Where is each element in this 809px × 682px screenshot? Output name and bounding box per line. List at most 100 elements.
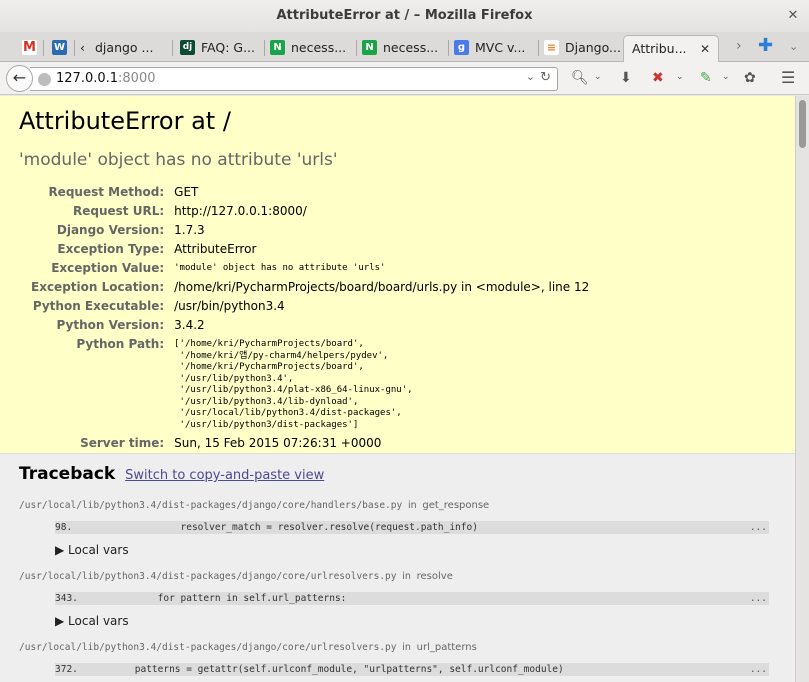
meta-value: GET (174, 185, 199, 199)
tab-mvc[interactable]: g MVC v... (454, 35, 540, 62)
n-icon: N (362, 40, 377, 55)
tab-label: necess... (383, 40, 439, 55)
python-path-entry: '/home/kri/PycharmProjects/board', (174, 362, 364, 372)
local-vars-toggle[interactable]: ▶ Local vars (55, 614, 776, 628)
history-dropdown-icon[interactable]: ⌄ (526, 70, 535, 83)
meta-row: Server time: Sun, 15 Feb 2015 07:26:31 +0… (19, 435, 589, 454)
python-path-entry: '/usr/lib/python3/dist-packages'] (174, 419, 359, 430)
back-button[interactable]: ← (6, 65, 33, 92)
meta-label: Server time: (80, 436, 165, 450)
page-content: AttributeError at / 'module' object has … (0, 96, 795, 682)
frame-file: /usr/local/lib/python3.4/dist-packages/d… (19, 642, 776, 653)
tab-faq[interactable]: dj FAQ: G... (180, 35, 266, 62)
meta-row: Exception Value: 'module' object has no a… (19, 260, 589, 279)
new-tab-icon[interactable]: ✚ (758, 35, 773, 56)
meta-row: Request Method: GET (19, 184, 589, 203)
tab-label: Attribu... (632, 41, 687, 56)
frame-file: /usr/local/lib/python3.4/dist-packages/d… (19, 500, 776, 511)
tab-label: MVC v... (475, 40, 526, 55)
error-summary: AttributeError at / 'module' object has … (0, 96, 795, 454)
addon-icon[interactable]: ✎ (700, 70, 712, 86)
in-word: in (402, 642, 411, 653)
globe-icon (38, 73, 51, 86)
meta-label: Python Version: (56, 318, 165, 332)
frame-function: url_patterns (416, 642, 477, 653)
code-text: for pattern in self.url_patterns: (89, 593, 347, 604)
wordpress-icon: W (52, 40, 67, 55)
switch-view-link[interactable]: Switch to copy-and-paste view (125, 468, 324, 483)
chevron-down-icon[interactable]: ⌄ (594, 72, 602, 82)
close-tab-icon[interactable]: ✕ (700, 36, 710, 62)
n-icon: N (270, 40, 285, 55)
meta-value: /home/kri/PycharmProjects/board/board/ur… (174, 280, 590, 294)
code-line[interactable]: 372. patterns = getattr(self.urlconf_mod… (55, 663, 769, 676)
in-word: in (407, 500, 417, 511)
code-line[interactable]: 98. resolver_match = resolver.resolve(re… (55, 521, 769, 534)
chevron-right-icon[interactable]: › (736, 38, 742, 54)
traceback-title: Traceback Switch to copy-and-paste view (19, 464, 325, 484)
url-text[interactable]: 127.0.0.1:8000 (56, 71, 156, 86)
menu-icon[interactable]: ☰ (781, 68, 795, 87)
expand-context-dots[interactable]: ... (750, 663, 767, 676)
python-path-entry: '/usr/local/lib/python3.4/dist-packages'… (174, 408, 402, 418)
meta-value: 'module' object has no attribute 'urls' (174, 263, 386, 273)
tab-gmail[interactable]: M (22, 35, 44, 62)
chevron-down-icon[interactable]: ⌄ (676, 72, 684, 82)
expand-context-dots[interactable]: ... (750, 592, 767, 605)
tab-django-so[interactable]: ≡ Django... (544, 35, 626, 62)
reload-icon[interactable]: ↻ (540, 70, 551, 85)
line-number: 343. (55, 593, 78, 604)
meta-row: Exception Type: AttributeError (19, 241, 589, 260)
code-text: patterns = getattr(self.urlconf_module, … (89, 664, 564, 675)
tab-bar: M W ‹ django ... dj FAQ: G... Nnecess... N… (0, 32, 809, 62)
download-icon[interactable]: ⬇ (620, 70, 632, 86)
python-path-entry: '/usr/lib/python3.4/plat-x86_64-linux-gn… (174, 385, 413, 395)
meta-value: /usr/bin/python3.4 (174, 299, 285, 313)
meta-value: AttributeError (174, 242, 257, 256)
meta-label: Python Path: (76, 337, 165, 351)
frame-function: resolve (416, 571, 453, 582)
meta-value: 1.7.3 (174, 223, 205, 237)
window-close-icon[interactable]: ✕ (785, 8, 801, 24)
meta-row: Django Version: 1.7.3 (19, 222, 589, 241)
tab-label: necess... (291, 40, 347, 55)
chevron-down-icon[interactable]: ⌄ (722, 72, 730, 82)
python-path-entry: '/usr/lib/python3.4', (174, 373, 294, 384)
extension-icon[interactable]: ✿ (744, 70, 756, 86)
gmail-icon: M (22, 40, 37, 55)
tab-necessary-2[interactable]: Nnecess... (362, 35, 448, 62)
google-icon: g (454, 40, 469, 55)
navigation-toolbar: 127.0.0.1:8000 ⌄ ↻ ← 🔍︎ ⌄ ⬇ ✖ ⌄ ✎ ⌄ ✿ ☰ (0, 62, 809, 95)
python-path-entry: ['/home/kri/PycharmProjects/board', (174, 339, 364, 349)
frame-path: /usr/local/lib/python3.4/dist-packages/d… (19, 642, 397, 653)
tab-label: django ... (95, 40, 154, 55)
expand-context-dots[interactable]: ... (750, 521, 767, 534)
meta-row: Python Executable: /usr/bin/python3.4 (19, 298, 589, 317)
meta-label: Request Method: (48, 185, 165, 199)
local-vars-toggle[interactable]: ▶ Local vars (55, 543, 776, 557)
arrow-left-icon: ← (12, 68, 27, 87)
meta-label: Exception Location: (31, 280, 165, 294)
adblock-icon[interactable]: ✖ (652, 70, 664, 86)
frame-function: get_response (422, 500, 490, 511)
tab-label: FAQ: G... (201, 40, 256, 55)
tab-django[interactable]: ‹ django ... (80, 35, 170, 62)
tab-list-icon[interactable]: ⌄ (789, 40, 798, 53)
tab-active[interactable]: Attribu... ✕ (623, 35, 719, 62)
meta-label: Exception Value: (51, 261, 165, 275)
python-path-entry: '/home/kri/앱/py-charm4/helpers/pydev', (174, 350, 389, 361)
tab-wordpress[interactable]: W (52, 35, 74, 62)
url-bar[interactable]: 127.0.0.1:8000 ⌄ ↻ (30, 67, 558, 91)
tab-necessary-1[interactable]: Nnecess... (270, 35, 356, 62)
search-icon[interactable]: 🔍︎ (571, 70, 589, 86)
code-line[interactable]: 343. for pattern in self.url_patterns:..… (55, 592, 769, 605)
meta-value: 3.4.2 (174, 318, 205, 332)
tab-label: Django... (565, 40, 621, 55)
frame-path: /usr/local/lib/python3.4/dist-packages/d… (19, 500, 403, 511)
scrollbar-thumb[interactable] (799, 100, 806, 148)
meta-label: Django Version: (56, 223, 165, 237)
stackoverflow-icon: ≡ (544, 40, 559, 55)
window-title: AttributeError at / – Mozilla Firefox (276, 8, 533, 23)
vertical-scrollbar[interactable] (795, 96, 809, 682)
meta-value: http://127.0.0.1:8000/ (174, 204, 307, 218)
